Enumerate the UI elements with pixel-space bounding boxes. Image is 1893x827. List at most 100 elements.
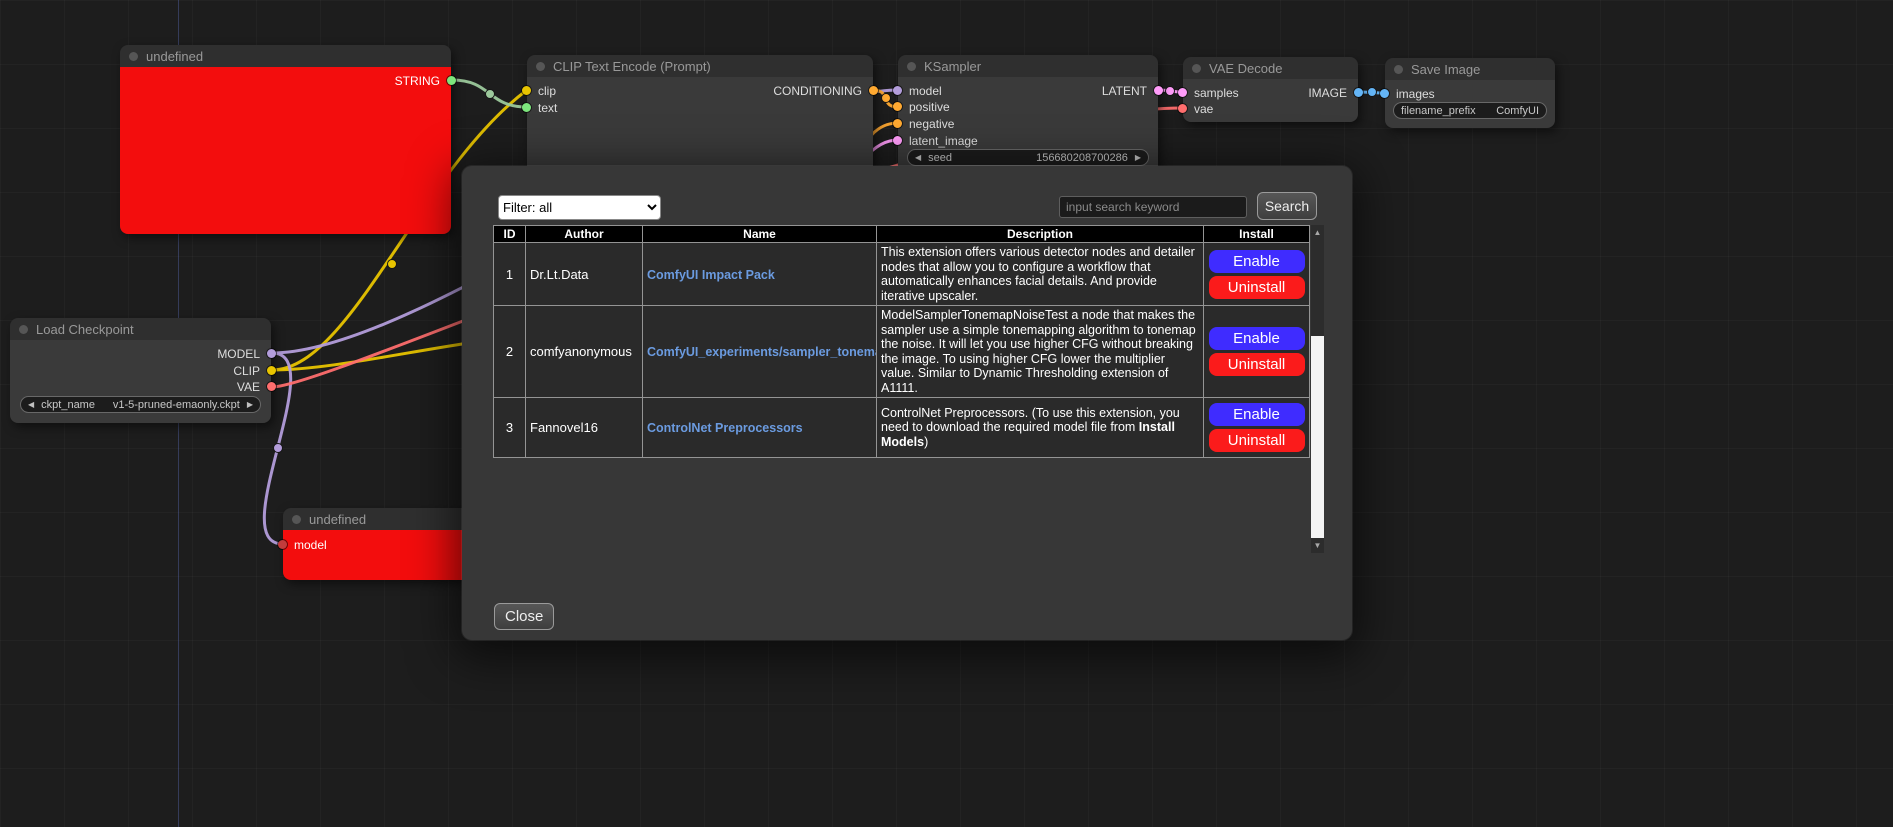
- increment-arrow-icon[interactable]: ▶: [247, 401, 253, 409]
- search-button[interactable]: Search: [1257, 192, 1317, 220]
- model-slot-dot[interactable]: [893, 86, 902, 95]
- extension-description: ModelSamplerTonemapNoiseTest a node that…: [877, 306, 1204, 398]
- node-title-bar: undefined: [120, 45, 451, 67]
- collapse-dot-icon[interactable]: [907, 62, 916, 71]
- input-slot-negative[interactable]: negative: [893, 115, 954, 132]
- enable-button[interactable]: Enable: [1209, 327, 1305, 350]
- string-slot-dot[interactable]: [447, 76, 456, 85]
- enable-button[interactable]: Enable: [1209, 250, 1305, 273]
- samples-slot-dot[interactable]: [1178, 88, 1187, 97]
- output-slot-model[interactable]: MODEL: [217, 345, 276, 362]
- slot-label: images: [1396, 87, 1435, 101]
- input-slot-images[interactable]: images: [1380, 85, 1435, 102]
- input-slot-latent-image[interactable]: latent_image: [893, 132, 978, 149]
- vae-slot-dot[interactable]: [1178, 104, 1187, 113]
- collapse-dot-icon[interactable]: [292, 515, 301, 524]
- link-dot: [388, 260, 397, 269]
- node-title: undefined: [309, 512, 366, 527]
- output-slot-conditioning[interactable]: CONDITIONING: [773, 82, 878, 99]
- slot-label: positive: [909, 100, 950, 114]
- extension-id: 3: [494, 398, 526, 458]
- input-slot-clip[interactable]: clip: [522, 82, 556, 99]
- node-load-checkpoint[interactable]: Load Checkpoint MODEL CLIP VAE ◀ ckpt_na…: [10, 318, 271, 423]
- input-slot-model[interactable]: model: [893, 82, 942, 99]
- node-title: CLIP Text Encode (Prompt): [553, 59, 711, 74]
- link-dot: [486, 90, 495, 99]
- slot-label: CLIP: [233, 364, 260, 378]
- input-slot-samples[interactable]: samples: [1178, 84, 1239, 101]
- extension-author: Dr.Lt.Data: [526, 243, 643, 306]
- table-header-row: ID Author Name Description Install: [494, 226, 1310, 243]
- image-output-dot[interactable]: [1354, 88, 1363, 97]
- link-dot: [274, 444, 283, 453]
- header-description: Description: [877, 226, 1204, 243]
- model-slot-dot[interactable]: [278, 540, 287, 549]
- extension-row: 3 Fannovel16 ControlNet Preprocessors Co…: [494, 398, 1310, 458]
- scroll-down-icon[interactable]: ▼: [1311, 538, 1324, 553]
- node-save-image[interactable]: Save Image images filename_prefix ComfyU…: [1385, 58, 1555, 128]
- input-slot-positive[interactable]: positive: [893, 98, 950, 115]
- slot-label: clip: [538, 84, 556, 98]
- images-slot-dot[interactable]: [1380, 89, 1389, 98]
- node-title-bar: Load Checkpoint: [10, 318, 271, 340]
- scroll-up-icon[interactable]: ▲: [1311, 225, 1324, 240]
- collapse-dot-icon[interactable]: [1192, 64, 1201, 73]
- output-slot-string[interactable]: STRING: [395, 72, 456, 89]
- widget-value[interactable]: ComfyUI: [1496, 105, 1539, 117]
- seed-widget[interactable]: ◀ seed 156680208700286 ▶: [907, 149, 1149, 166]
- input-slot-vae[interactable]: vae: [1178, 100, 1213, 117]
- extension-link[interactable]: ComfyUI_experiments/sampler_tonemap: [647, 345, 877, 359]
- node-undefined-bottom[interactable]: undefined model: [283, 508, 469, 580]
- search-input[interactable]: [1059, 196, 1247, 218]
- scrollbar-thumb[interactable]: [1311, 240, 1324, 336]
- node-title: Load Checkpoint: [36, 322, 134, 337]
- clip-output-dot[interactable]: [267, 366, 276, 375]
- uninstall-button[interactable]: Uninstall: [1209, 353, 1305, 376]
- widget-value[interactable]: v1-5-pruned-emaonly.ckpt: [113, 399, 240, 411]
- node-undefined-top[interactable]: undefined STRING: [120, 45, 451, 234]
- uninstall-button[interactable]: Uninstall: [1209, 429, 1305, 452]
- input-slot-text[interactable]: text: [522, 99, 557, 116]
- widget-value[interactable]: 156680208700286: [1036, 152, 1128, 164]
- extension-author: comfyanonymous: [526, 306, 643, 398]
- collapse-dot-icon[interactable]: [1394, 65, 1403, 74]
- collapse-dot-icon[interactable]: [129, 52, 138, 61]
- extension-link[interactable]: ComfyUI Impact Pack: [647, 268, 775, 282]
- link-string-to-text: [452, 80, 527, 107]
- uninstall-button[interactable]: Uninstall: [1209, 276, 1305, 299]
- text-slot-dot[interactable]: [522, 103, 531, 112]
- vae-output-dot[interactable]: [267, 382, 276, 391]
- scrollbar[interactable]: ▲ ▼: [1311, 225, 1324, 553]
- output-slot-image[interactable]: IMAGE: [1308, 84, 1363, 101]
- input-slot-model[interactable]: model: [278, 536, 327, 553]
- output-slot-vae[interactable]: VAE: [237, 378, 276, 395]
- increment-arrow-icon[interactable]: ▶: [1135, 154, 1141, 162]
- filter-select[interactable]: Filter: all: [498, 195, 661, 220]
- enable-button[interactable]: Enable: [1209, 403, 1305, 426]
- decrement-arrow-icon[interactable]: ◀: [28, 401, 34, 409]
- slot-label: samples: [1194, 86, 1239, 100]
- clip-slot-dot[interactable]: [522, 86, 531, 95]
- conditioning-slot-dot[interactable]: [869, 86, 878, 95]
- widget-label: ckpt_name: [41, 399, 95, 411]
- latent-slot-dot[interactable]: [893, 136, 902, 145]
- ckpt-name-widget[interactable]: ◀ ckpt_name v1-5-pruned-emaonly.ckpt ▶: [20, 396, 261, 413]
- node-title: KSampler: [924, 59, 981, 74]
- decrement-arrow-icon[interactable]: ◀: [915, 154, 921, 162]
- filename-prefix-widget[interactable]: filename_prefix ComfyUI: [1393, 102, 1547, 119]
- close-button[interactable]: Close: [494, 603, 554, 630]
- extension-link[interactable]: ControlNet Preprocessors: [647, 421, 803, 435]
- collapse-dot-icon[interactable]: [536, 62, 545, 71]
- negative-slot-dot[interactable]: [893, 119, 902, 128]
- collapse-dot-icon[interactable]: [19, 325, 28, 334]
- description-text: ControlNet Preprocessors. (To use this e…: [881, 406, 1180, 435]
- slot-label: model: [294, 538, 327, 552]
- model-output-dot[interactable]: [267, 349, 276, 358]
- latent-output-dot[interactable]: [1154, 86, 1163, 95]
- widget-label: seed: [928, 152, 952, 164]
- output-slot-latent[interactable]: LATENT: [1102, 82, 1163, 99]
- positive-slot-dot[interactable]: [893, 102, 902, 111]
- node-title: Save Image: [1411, 62, 1480, 77]
- node-vae-decode[interactable]: VAE Decode samples vae IMAGE: [1183, 57, 1358, 122]
- output-slot-clip[interactable]: CLIP: [233, 362, 276, 379]
